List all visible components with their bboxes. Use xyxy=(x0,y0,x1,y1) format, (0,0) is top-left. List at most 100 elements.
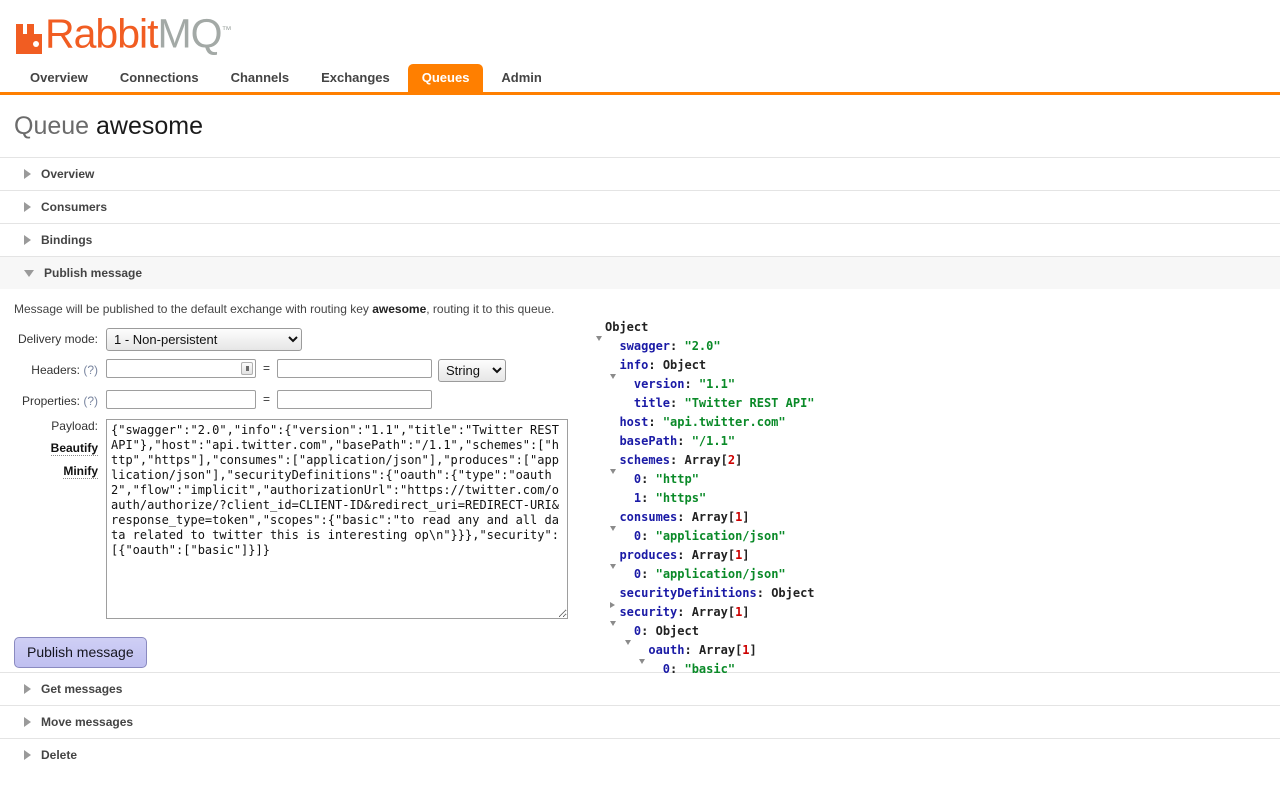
nav-item-overview[interactable]: Overview xyxy=(16,64,102,92)
section-header-bindings[interactable]: Bindings xyxy=(0,224,1280,256)
nav-item-connections[interactable]: Connections xyxy=(106,64,213,92)
properties-help-link[interactable]: (?) xyxy=(83,394,98,408)
trademark-symbol: ™ xyxy=(222,25,232,36)
properties-key-input[interactable] xyxy=(106,390,256,409)
properties-label-text: Properties: xyxy=(22,394,80,408)
section-label-bindings: Bindings xyxy=(41,233,92,247)
chevron-right-icon xyxy=(24,750,31,760)
chevron-right-icon xyxy=(24,717,31,727)
nav-item-exchanges[interactable]: Exchanges xyxy=(307,64,404,92)
json-colon: : xyxy=(641,624,655,638)
properties-label: Properties: (?) xyxy=(14,390,106,408)
headers-value-input[interactable] xyxy=(277,359,432,378)
nav-link-admin[interactable]: Admin xyxy=(487,64,555,92)
publish-routing-note: Message will be published to the default… xyxy=(14,302,1280,316)
json-key: consumes xyxy=(619,510,677,524)
note-text-before: Message will be published to the default… xyxy=(14,302,372,316)
publish-message-button[interactable]: Publish message xyxy=(14,637,147,668)
json-tree-row: swagger: "2.0" xyxy=(596,337,815,356)
json-colon: : xyxy=(641,529,655,543)
json-colon: : xyxy=(684,377,698,391)
delivery-mode-select[interactable]: 1 - Non-persistent xyxy=(106,328,302,351)
chevron-right-icon xyxy=(24,169,31,179)
json-colon: : xyxy=(670,396,684,410)
section-header-publish-message[interactable]: Publish message xyxy=(0,257,1280,289)
datalist-icon[interactable] xyxy=(241,362,253,375)
main-navigation: Overview Connections Channels Exchanges … xyxy=(0,62,1280,95)
json-string-value: "application/json" xyxy=(656,529,786,543)
json-colon: : xyxy=(757,586,771,600)
json-bracket: ] xyxy=(742,510,749,524)
json-colon: : xyxy=(684,643,698,657)
nav-link-connections[interactable]: Connections xyxy=(106,64,213,92)
nav-item-queues[interactable]: Queues xyxy=(408,64,484,92)
section-label-get-messages: Get messages xyxy=(41,682,122,696)
json-string-value: "https" xyxy=(656,491,707,505)
json-string-value: "2.0" xyxy=(684,339,720,353)
json-tree-row: Object xyxy=(596,318,815,337)
nav-item-admin[interactable]: Admin xyxy=(487,64,555,92)
json-string-value: "1.1" xyxy=(699,377,735,391)
json-colon: : xyxy=(641,567,655,581)
json-key: oauth xyxy=(648,643,684,657)
json-tree-row: 0: "application/json" xyxy=(596,565,815,584)
json-colon: : xyxy=(677,510,691,524)
logo-text-rabbit: Rabbit xyxy=(45,11,158,57)
section-header-consumers[interactable]: Consumers xyxy=(0,191,1280,223)
payload-textarea[interactable]: {"swagger":"2.0","info":{"version":"1.1"… xyxy=(106,419,568,619)
section-header-move-messages[interactable]: Move messages xyxy=(0,706,1280,738)
json-bracket: ] xyxy=(742,605,749,619)
nav-item-channels[interactable]: Channels xyxy=(217,64,304,92)
json-tree-row: host: "api.twitter.com" xyxy=(596,413,815,432)
headers-help-link[interactable]: (?) xyxy=(83,363,98,377)
json-type: Object xyxy=(771,586,814,600)
json-type: Array xyxy=(699,643,735,657)
json-tree-row: 0: "application/json" xyxy=(596,527,815,546)
json-key: produces xyxy=(619,548,677,562)
rabbit-logo-icon xyxy=(16,24,42,54)
properties-value-input[interactable] xyxy=(277,390,432,409)
json-tree-row: 1: "https" xyxy=(596,489,815,508)
json-string-value: "api.twitter.com" xyxy=(663,415,786,429)
json-array-length: 2 xyxy=(728,453,735,467)
section-header-delete[interactable]: Delete xyxy=(0,739,1280,771)
json-key: schemes xyxy=(619,453,670,467)
json-key: securityDefinitions xyxy=(619,586,756,600)
headers-type-select[interactable]: String xyxy=(438,359,506,382)
section-overview: Overview xyxy=(0,157,1280,190)
nav-list: Overview Connections Channels Exchanges … xyxy=(16,62,1280,92)
properties-equals-sign: = xyxy=(256,390,277,406)
json-type: Object xyxy=(605,320,648,334)
json-bracket: ] xyxy=(750,643,757,657)
payload-label: Payload: xyxy=(14,419,98,433)
note-text-after: , routing it to this queue. xyxy=(426,302,554,316)
beautify-link[interactable]: Beautify xyxy=(51,441,98,456)
json-type: Array xyxy=(692,510,728,524)
nav-link-queues[interactable]: Queues xyxy=(408,64,484,92)
nav-link-overview[interactable]: Overview xyxy=(16,64,102,92)
page-header: RabbitMQ™ xyxy=(0,0,1280,62)
headers-key-input[interactable] xyxy=(106,359,256,378)
section-delete: Delete xyxy=(0,738,1280,771)
json-colon: : xyxy=(670,339,684,353)
page-title: Queue awesome xyxy=(14,113,1280,141)
json-key: host xyxy=(619,415,648,429)
json-bracket: ] xyxy=(735,453,742,467)
json-key: version xyxy=(634,377,685,391)
json-bracket: [ xyxy=(728,605,735,619)
chevron-down-icon xyxy=(24,270,34,277)
nav-link-exchanges[interactable]: Exchanges xyxy=(307,64,404,92)
nav-link-channels[interactable]: Channels xyxy=(217,64,304,92)
json-tree-row: produces: Array[1] xyxy=(596,546,815,565)
json-type: Object xyxy=(656,624,699,638)
json-array-length: 1 xyxy=(742,643,749,657)
note-routing-key: awesome xyxy=(372,302,426,316)
section-move-messages: Move messages xyxy=(0,705,1280,738)
section-label-consumers: Consumers xyxy=(41,200,107,214)
json-tree-row: security: Array[1] xyxy=(596,603,815,622)
json-colon: : xyxy=(677,434,691,448)
json-key: swagger xyxy=(619,339,670,353)
headers-label-text: Headers: xyxy=(31,363,80,377)
section-header-overview[interactable]: Overview xyxy=(0,158,1280,190)
minify-link[interactable]: Minify xyxy=(63,464,98,479)
